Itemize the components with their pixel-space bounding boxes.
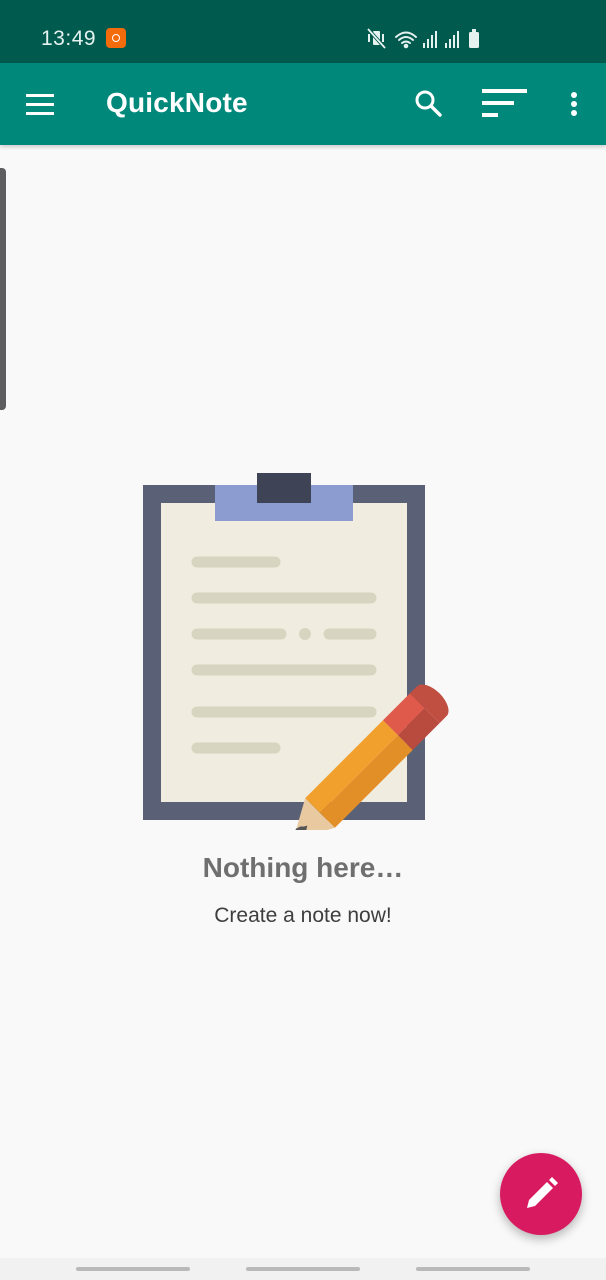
wifi-icon [395,31,417,49]
sort-icon [482,89,527,117]
nav-recents-button[interactable] [76,1267,190,1271]
nav-back-button[interactable] [416,1267,530,1271]
search-button[interactable] [410,85,446,121]
status-time: 13:49 [41,27,97,50]
more-vert-icon [571,92,577,116]
system-nav-bar [0,1258,606,1280]
signal-icon [423,31,437,48]
sort-button[interactable] [478,83,532,123]
vibrate-mute-icon [366,27,387,50]
more-options-button[interactable] [560,85,588,123]
status-icons [366,27,479,50]
nav-home-button[interactable] [246,1267,360,1271]
app-notification-icon [106,28,126,48]
clipboard-pencil-illustration [143,473,449,830]
menu-button[interactable] [22,87,58,123]
signal-icon [445,31,459,48]
app-bar: QuickNote [0,63,606,145]
app-title: QuickNote [106,87,248,118]
empty-state-title: Nothing here… [202,852,404,883]
search-icon [415,90,442,117]
status-bar: 13:49 [0,0,606,63]
new-note-fab[interactable] [500,1153,582,1235]
edge-panel-handle[interactable] [0,168,6,410]
pencil-icon [527,1177,558,1208]
empty-state-subtitle: Create a note now! [214,904,392,927]
battery-icon [469,29,479,48]
menu-icon [26,94,54,115]
